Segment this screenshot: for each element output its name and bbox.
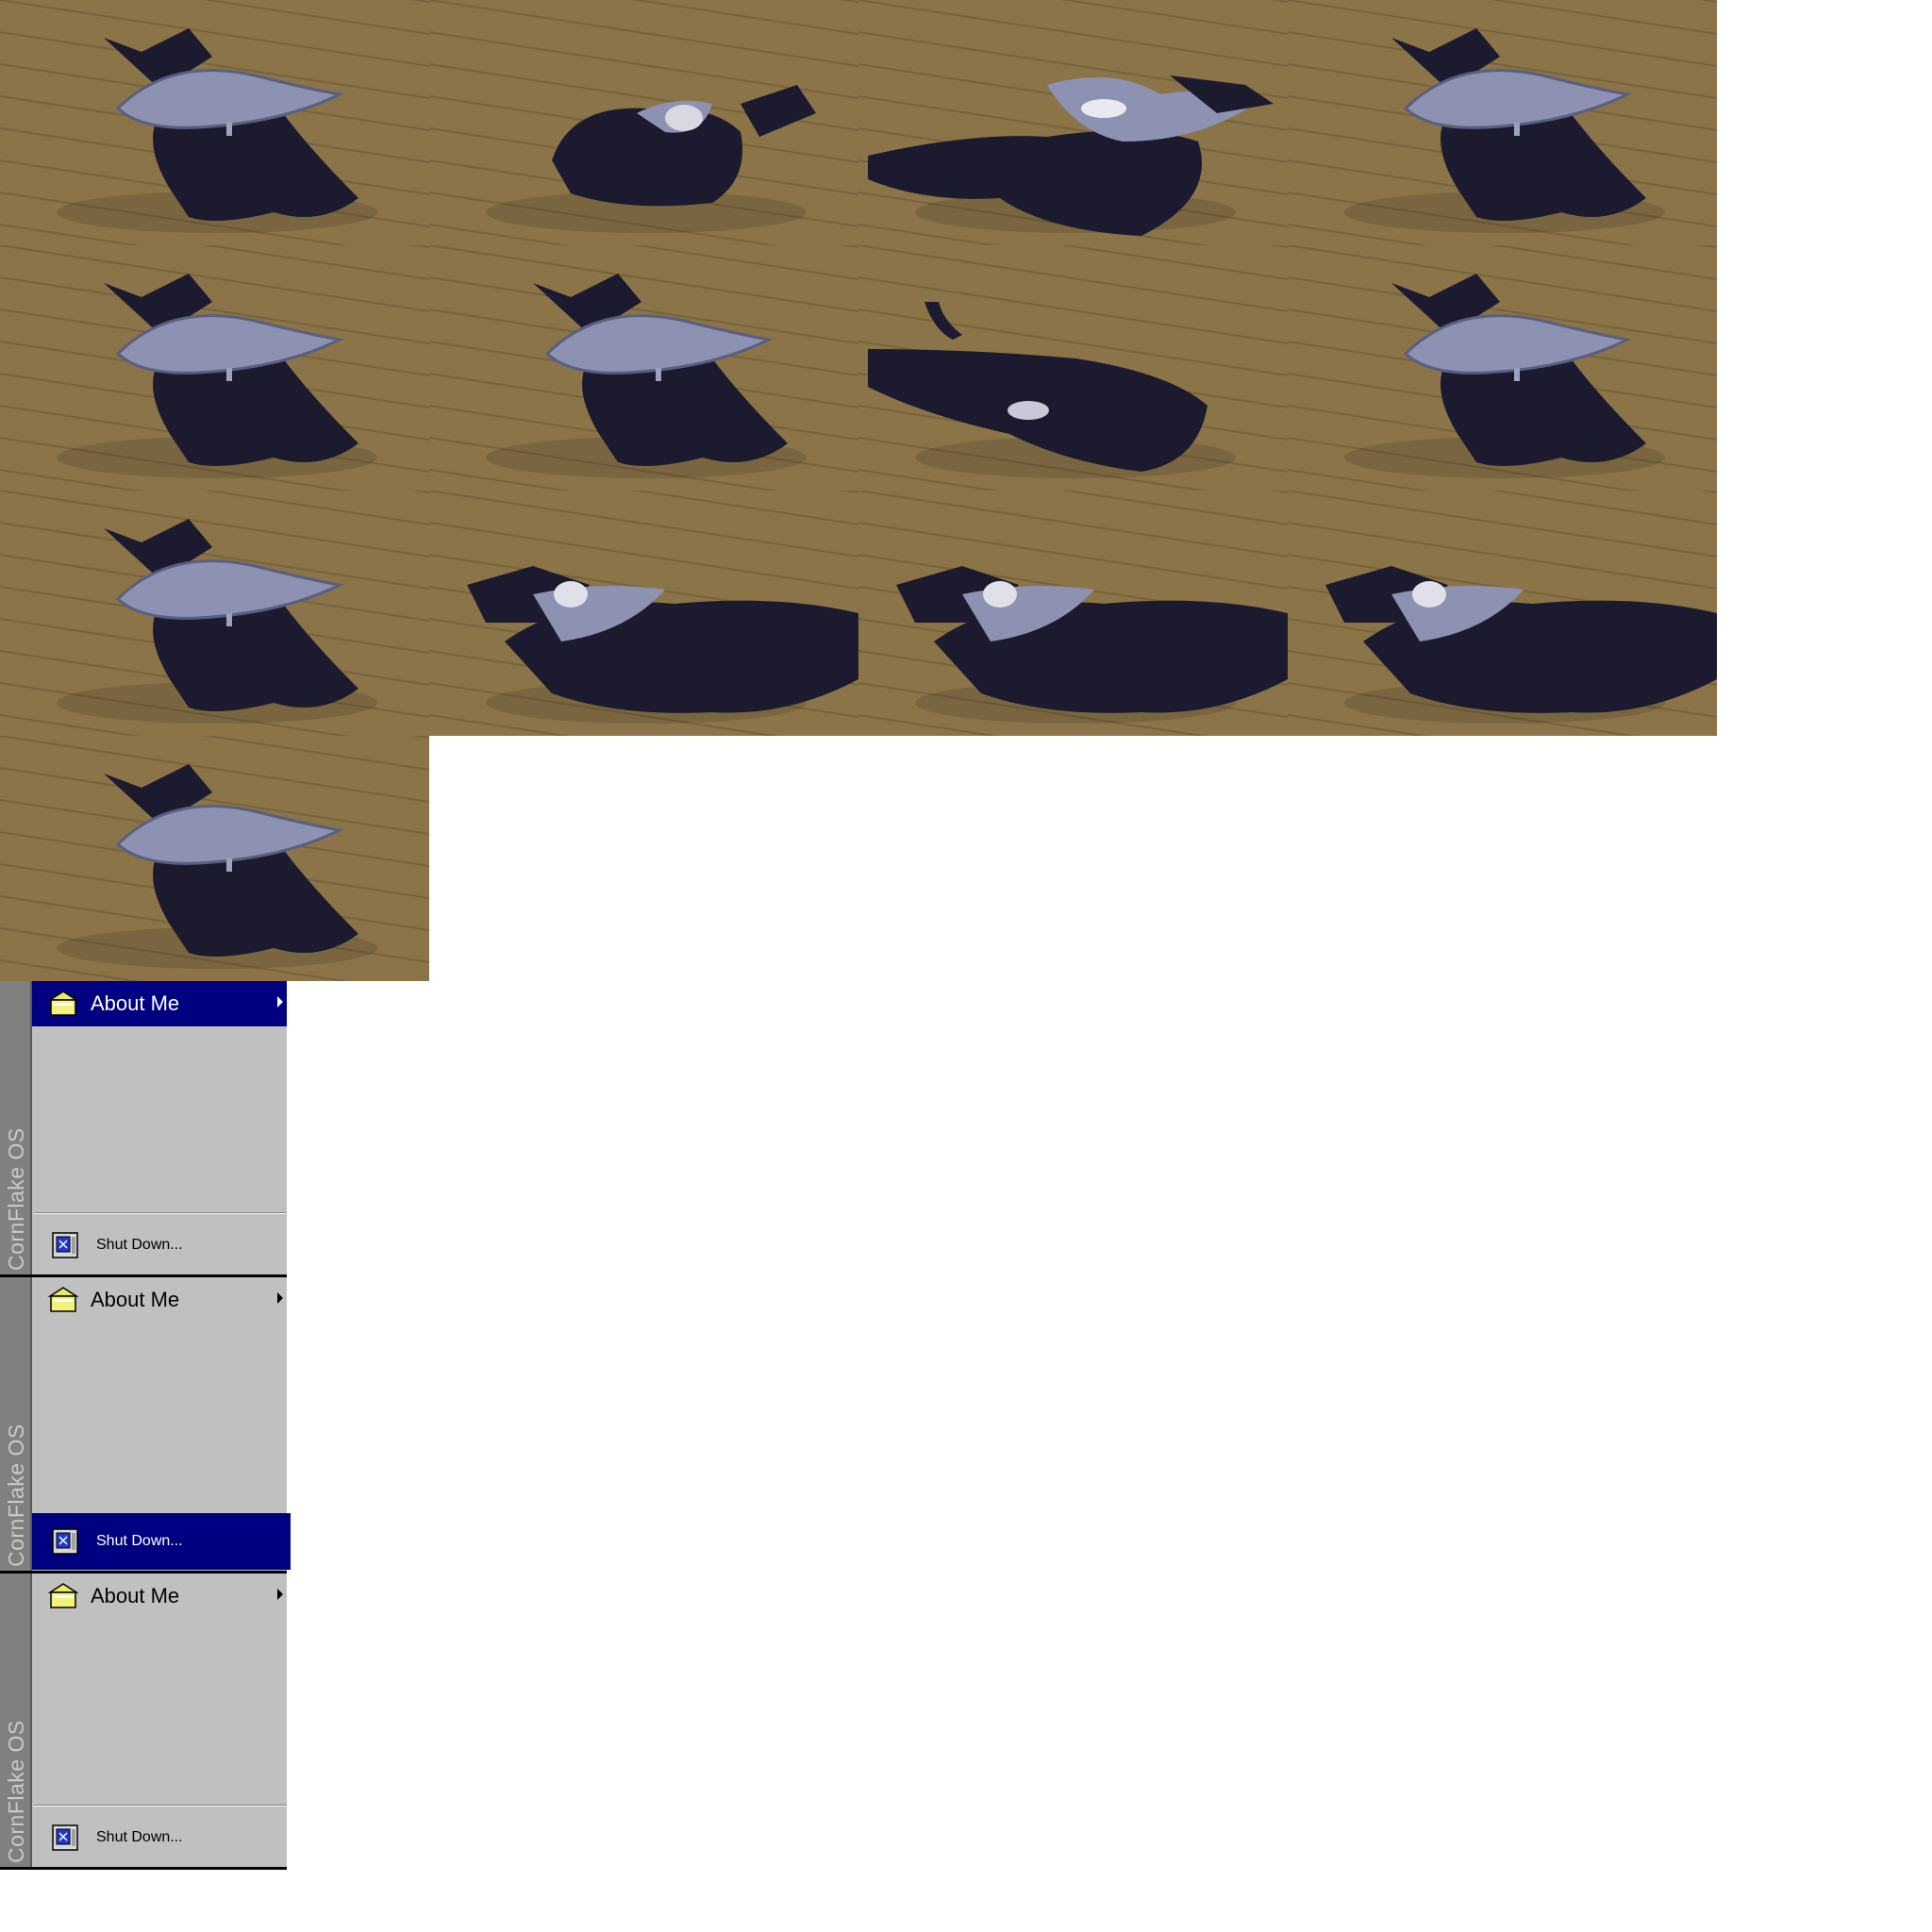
sprite-frame	[0, 245, 429, 491]
menu-item-shut-down[interactable]: Shut Down...	[32, 1513, 291, 1570]
menu-banner-text: CornFlake OS	[4, 1127, 28, 1271]
cat-wizard-image	[858, 0, 1288, 245]
start-menu: CornFlake OS About Me Shut Down...	[0, 981, 287, 1277]
cat-wizard-image	[858, 491, 1288, 736]
menu-divider	[34, 1805, 287, 1807]
sprite-frame	[0, 491, 429, 736]
sprite-frame	[858, 491, 1288, 736]
menu-divider	[34, 1212, 287, 1214]
sprite-sheet	[0, 0, 1717, 981]
cat-wizard-image	[429, 491, 858, 736]
submenu-arrow-icon	[277, 1292, 283, 1304]
menu-banner: CornFlake OS	[0, 1574, 32, 1867]
cat-wizard-image	[858, 245, 1288, 491]
menu-item-label: About Me	[91, 1288, 180, 1311]
menu-item-label: About Me	[91, 991, 180, 1015]
menu-item-label: About Me	[91, 1584, 180, 1607]
menu-banner: CornFlake OS	[0, 981, 32, 1274]
cat-wizard-image	[0, 0, 429, 245]
folder-icon	[47, 1582, 79, 1610]
menu-banner-text: CornFlake OS	[4, 1720, 28, 1863]
menu-item-shut-down[interactable]: Shut Down...	[32, 1217, 287, 1274]
menu-banner-text: CornFlake OS	[4, 1424, 28, 1567]
menu-banner: CornFlake OS	[0, 1277, 32, 1571]
cat-wizard-image	[1288, 245, 1717, 491]
sprite-frame	[429, 0, 858, 245]
start-menu: CornFlake OS About Me Shut Down...	[0, 1574, 287, 1870]
cat-wizard-image	[0, 245, 429, 491]
cat-wizard-image	[429, 0, 858, 245]
sprite-frame	[0, 736, 429, 981]
menu-item-label: Shut Down...	[96, 1829, 183, 1845]
menu-item-about-me[interactable]: About Me	[32, 1574, 287, 1619]
cat-wizard-image	[0, 491, 429, 736]
sprite-frame	[429, 491, 858, 736]
cat-wizard-image	[1288, 491, 1717, 736]
submenu-arrow-icon	[277, 996, 283, 1008]
cat-wizard-image	[1288, 0, 1717, 245]
sprite-frame	[1288, 0, 1717, 245]
menu-item-shut-down[interactable]: Shut Down...	[32, 1809, 287, 1866]
submenu-arrow-icon	[277, 1589, 283, 1600]
menu-item-label: Shut Down...	[96, 1533, 183, 1549]
menu-item-label: Shut Down...	[96, 1237, 183, 1253]
sprite-frame	[1288, 245, 1717, 491]
sprite-frame	[858, 245, 1288, 491]
computer-icon	[47, 1525, 83, 1557]
computer-icon	[47, 1822, 83, 1854]
computer-icon	[47, 1229, 83, 1261]
cat-wizard-image	[0, 736, 429, 981]
folder-icon	[47, 1286, 79, 1314]
cat-wizard-image	[429, 245, 858, 491]
folder-icon	[47, 990, 79, 1018]
sprite-frame	[1288, 491, 1717, 736]
sprite-frame	[858, 0, 1288, 245]
sprite-frame	[0, 0, 429, 245]
sprite-frame	[429, 245, 858, 491]
start-menu: CornFlake OS About Me Shut Down...	[0, 1277, 291, 1574]
menu-item-about-me[interactable]: About Me	[32, 1277, 287, 1323]
menu-item-about-me[interactable]: About Me	[32, 981, 287, 1026]
